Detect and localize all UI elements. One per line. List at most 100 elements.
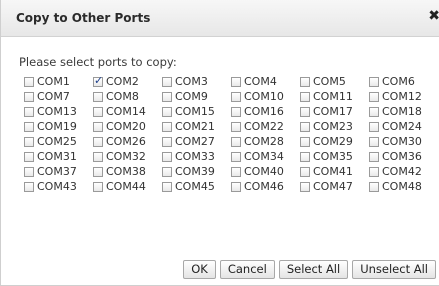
port-checkbox-com23[interactable]: COM23 (300, 119, 369, 134)
port-checkbox-com22[interactable]: COM22 (231, 119, 300, 134)
port-checkbox-com11[interactable]: COM11 (300, 89, 369, 104)
port-checkbox-com6[interactable]: COM6 (369, 74, 438, 89)
checkbox[interactable] (231, 136, 241, 147)
port-checkbox-com12[interactable]: COM12 (369, 89, 438, 104)
port-checkbox-com19[interactable]: COM19 (24, 119, 93, 134)
checkbox[interactable] (231, 166, 241, 177)
checkbox[interactable] (300, 121, 310, 132)
port-checkbox-com17[interactable]: COM17 (300, 104, 369, 119)
port-checkbox-com7[interactable]: COM7 (24, 89, 93, 104)
checkbox[interactable] (369, 136, 379, 147)
port-checkbox-com4[interactable]: COM4 (231, 74, 300, 89)
port-checkbox-com10[interactable]: COM10 (231, 89, 300, 104)
port-checkbox-com1[interactable]: COM1 (24, 74, 93, 89)
port-checkbox-com45[interactable]: COM45 (162, 179, 231, 194)
port-checkbox-com34[interactable]: COM34 (231, 149, 300, 164)
checkbox[interactable] (162, 136, 172, 147)
checkbox[interactable] (162, 121, 172, 132)
port-checkbox-com35[interactable]: COM35 (300, 149, 369, 164)
port-checkbox-com33[interactable]: COM33 (162, 149, 231, 164)
cancel-button[interactable]: Cancel (219, 260, 275, 279)
checkbox[interactable] (162, 181, 172, 192)
checkbox[interactable] (93, 74, 103, 87)
checkbox[interactable] (231, 121, 241, 132)
port-checkbox-com16[interactable]: COM16 (231, 104, 300, 119)
checkbox[interactable] (93, 151, 103, 162)
checkbox[interactable] (24, 121, 34, 132)
checkbox[interactable] (369, 121, 379, 132)
checkbox[interactable] (24, 181, 34, 192)
checkbox[interactable] (93, 166, 103, 177)
checkbox[interactable] (93, 106, 103, 117)
port-checkbox-com5[interactable]: COM5 (300, 74, 369, 89)
checkbox[interactable] (369, 151, 379, 162)
port-checkbox-com41[interactable]: COM41 (300, 164, 369, 179)
port-checkbox-com32[interactable]: COM32 (93, 149, 162, 164)
checkbox[interactable] (300, 166, 310, 177)
port-checkbox-com26[interactable]: COM26 (93, 134, 162, 149)
port-checkbox-com37[interactable]: COM37 (24, 164, 93, 179)
port-checkbox-com36[interactable]: COM36 (369, 149, 438, 164)
unselect-all-button[interactable]: Unselect All (352, 260, 436, 279)
checkbox[interactable] (300, 76, 310, 87)
checkbox[interactable] (162, 76, 172, 87)
checkbox[interactable] (369, 76, 379, 87)
ok-button[interactable]: OK (183, 260, 216, 279)
port-checkbox-com3[interactable]: COM3 (162, 74, 231, 89)
checkbox[interactable] (231, 151, 241, 162)
close-icon[interactable]: ✖ (428, 8, 439, 24)
port-checkbox-com24[interactable]: COM24 (369, 119, 438, 134)
port-checkbox-com38[interactable]: COM38 (93, 164, 162, 179)
checkbox[interactable] (24, 151, 34, 162)
checkbox[interactable] (231, 181, 241, 192)
port-checkbox-com13[interactable]: COM13 (24, 104, 93, 119)
checkbox[interactable] (300, 151, 310, 162)
checkbox[interactable] (369, 106, 379, 117)
checkbox[interactable] (300, 181, 310, 192)
port-checkbox-com42[interactable]: COM42 (369, 164, 438, 179)
checkbox[interactable] (300, 136, 310, 147)
port-checkbox-com14[interactable]: COM14 (93, 104, 162, 119)
checkbox[interactable] (369, 166, 379, 177)
port-checkbox-com15[interactable]: COM15 (162, 104, 231, 119)
checkbox[interactable] (162, 91, 172, 102)
checkbox[interactable] (369, 91, 379, 102)
port-checkbox-com44[interactable]: COM44 (93, 179, 162, 194)
checkbox[interactable] (162, 166, 172, 177)
checkbox[interactable] (369, 181, 379, 192)
port-checkbox-com47[interactable]: COM47 (300, 179, 369, 194)
checkbox[interactable] (162, 151, 172, 162)
port-checkbox-com40[interactable]: COM40 (231, 164, 300, 179)
port-checkbox-com31[interactable]: COM31 (24, 149, 93, 164)
port-checkbox-com25[interactable]: COM25 (24, 134, 93, 149)
port-checkbox-com46[interactable]: COM46 (231, 179, 300, 194)
checkbox[interactable] (231, 91, 241, 102)
checkbox[interactable] (24, 166, 34, 177)
checkbox[interactable] (24, 106, 34, 117)
port-checkbox-com39[interactable]: COM39 (162, 164, 231, 179)
checkbox[interactable] (24, 136, 34, 147)
port-checkbox-com29[interactable]: COM29 (300, 134, 369, 149)
checkbox[interactable] (24, 76, 34, 87)
port-checkbox-com48[interactable]: COM48 (369, 179, 438, 194)
checkbox[interactable] (93, 121, 103, 132)
checkbox[interactable] (231, 76, 241, 87)
checkbox[interactable] (93, 91, 103, 102)
port-checkbox-com27[interactable]: COM27 (162, 134, 231, 149)
port-checkbox-com30[interactable]: COM30 (369, 134, 438, 149)
checkbox[interactable] (162, 106, 172, 117)
port-checkbox-com21[interactable]: COM21 (162, 119, 231, 134)
port-checkbox-com20[interactable]: COM20 (93, 119, 162, 134)
checkbox[interactable] (300, 91, 310, 102)
port-checkbox-com18[interactable]: COM18 (369, 104, 438, 119)
port-checkbox-com8[interactable]: COM8 (93, 89, 162, 104)
checkbox[interactable] (93, 181, 103, 192)
port-checkbox-com28[interactable]: COM28 (231, 134, 300, 149)
checkbox[interactable] (231, 106, 241, 117)
port-checkbox-com2[interactable]: COM2 (93, 74, 162, 89)
port-checkbox-com9[interactable]: COM9 (162, 89, 231, 104)
checkbox[interactable] (300, 106, 310, 117)
checkbox[interactable] (93, 136, 103, 147)
port-checkbox-com43[interactable]: COM43 (24, 179, 93, 194)
checkbox[interactable] (24, 91, 34, 102)
